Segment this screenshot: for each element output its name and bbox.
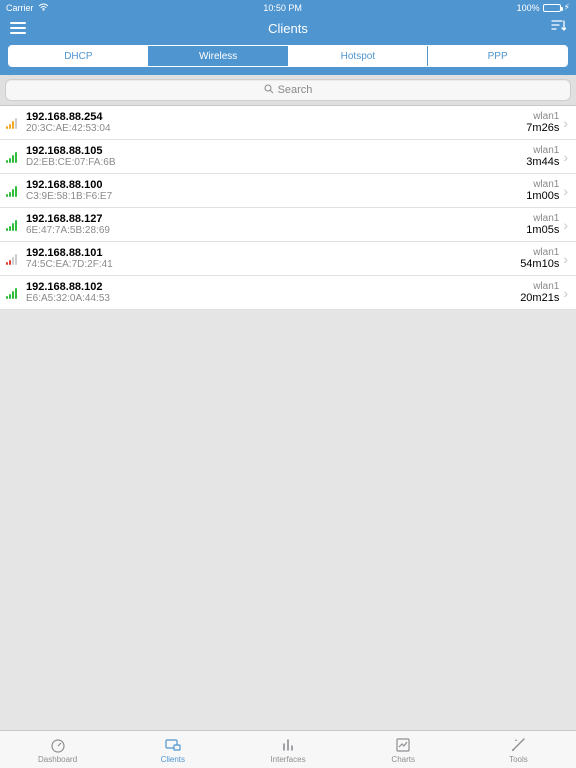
menu-button[interactable] [10, 22, 26, 34]
signal-strength-icon [6, 253, 20, 265]
client-row[interactable]: 192.168.88.100C3:9E:58:1B:F6:E7wlan11m00… [0, 174, 576, 208]
nav-bar: Clients [0, 15, 576, 41]
tab-label: Charts [391, 755, 415, 764]
client-interface: wlan1 [526, 111, 559, 122]
client-mac: C3:9E:58:1B:F6:E7 [26, 191, 526, 202]
client-interface: wlan1 [520, 247, 559, 258]
tab-dashboard[interactable]: Dashboard [0, 731, 115, 768]
client-mac: E6:A5:32:0A:44:53 [26, 293, 520, 304]
client-ip: 192.168.88.127 [26, 213, 526, 225]
client-meta: wlan17m26s [526, 111, 559, 134]
client-uptime: 3m44s [526, 156, 559, 168]
tab-label: Dashboard [38, 755, 77, 764]
client-mac: D2:EB:CE:07:FA:6B [26, 157, 526, 168]
client-info: 192.168.88.10174:5C:EA:7D:2F:41 [26, 247, 520, 270]
client-info: 192.168.88.105D2:EB:CE:07:FA:6B [26, 145, 526, 168]
client-ip: 192.168.88.254 [26, 111, 526, 123]
tab-interfaces[interactable]: Interfaces [230, 731, 345, 768]
client-uptime: 20m21s [520, 292, 559, 304]
charging-icon: ⚡︎ [564, 2, 570, 13]
client-interface: wlan1 [526, 213, 559, 224]
client-list[interactable]: 192.168.88.25420:3C:AE:42:53:04wlan17m26… [0, 106, 576, 730]
search-wrap: Search [0, 75, 576, 106]
battery-icon [543, 4, 561, 12]
client-meta: wlan120m21s [520, 281, 559, 304]
tab-label: Clients [161, 755, 185, 764]
client-ip: 192.168.88.105 [26, 145, 526, 157]
client-info: 192.168.88.1276E:47:7A:5B:28:69 [26, 213, 526, 236]
client-uptime: 1m00s [526, 190, 559, 202]
client-row[interactable]: 192.168.88.105D2:EB:CE:07:FA:6Bwlan13m44… [0, 140, 576, 174]
signal-strength-icon [6, 287, 20, 299]
signal-strength-icon [6, 185, 20, 197]
search-input[interactable]: Search [5, 79, 571, 101]
client-mac: 74:5C:EA:7D:2F:41 [26, 259, 520, 270]
segment-dhcp[interactable]: DHCP [9, 46, 148, 66]
chevron-right-icon: › [563, 217, 568, 233]
client-meta: wlan13m44s [526, 145, 559, 168]
chevron-right-icon: › [563, 285, 568, 301]
clock: 10:50 PM [49, 3, 517, 13]
client-interface: wlan1 [520, 281, 559, 292]
dashboard-icon [49, 736, 67, 754]
chevron-right-icon: › [563, 115, 568, 131]
tab-label: Interfaces [270, 755, 305, 764]
status-bar: Carrier 10:50 PM 100% ⚡︎ [0, 0, 576, 15]
client-ip: 192.168.88.101 [26, 247, 520, 259]
segment-wireless[interactable]: Wireless [148, 46, 288, 66]
client-ip: 192.168.88.100 [26, 179, 526, 191]
client-info: 192.168.88.100C3:9E:58:1B:F6:E7 [26, 179, 526, 202]
segmented-control: DHCPWirelessHotspotPPP [8, 45, 568, 67]
search-icon [264, 84, 274, 97]
tab-charts[interactable]: Charts [346, 731, 461, 768]
client-uptime: 7m26s [526, 122, 559, 134]
client-row[interactable]: 192.168.88.1276E:47:7A:5B:28:69wlan11m05… [0, 208, 576, 242]
client-uptime: 54m10s [520, 258, 559, 270]
client-meta: wlan11m05s [526, 213, 559, 236]
client-meta: wlan154m10s [520, 247, 559, 270]
segment-hotspot[interactable]: Hotspot [288, 46, 428, 66]
signal-strength-icon [6, 151, 20, 163]
segment-ppp[interactable]: PPP [427, 46, 567, 66]
client-row[interactable]: 192.168.88.25420:3C:AE:42:53:04wlan17m26… [0, 106, 576, 140]
clients-icon [164, 736, 182, 754]
battery-percent: 100% [517, 3, 540, 13]
sort-button[interactable] [550, 19, 566, 38]
wifi-icon [38, 3, 49, 13]
search-placeholder: Search [278, 84, 313, 96]
client-info: 192.168.88.25420:3C:AE:42:53:04 [26, 111, 526, 134]
client-interface: wlan1 [526, 179, 559, 190]
carrier-label: Carrier [6, 3, 34, 13]
tab-tools[interactable]: Tools [461, 731, 576, 768]
segmented-control-wrap: DHCPWirelessHotspotPPP [0, 41, 576, 75]
client-row[interactable]: 192.168.88.10174:5C:EA:7D:2F:41wlan154m1… [0, 242, 576, 276]
signal-strength-icon [6, 219, 20, 231]
tools-icon [509, 736, 527, 754]
tab-clients[interactable]: Clients [115, 731, 230, 768]
client-ip: 192.168.88.102 [26, 281, 520, 293]
client-interface: wlan1 [526, 145, 559, 156]
interfaces-icon [279, 736, 297, 754]
client-row[interactable]: 192.168.88.102E6:A5:32:0A:44:53wlan120m2… [0, 276, 576, 310]
client-uptime: 1m05s [526, 224, 559, 236]
client-meta: wlan11m00s [526, 179, 559, 202]
tab-label: Tools [509, 755, 528, 764]
chevron-right-icon: › [563, 183, 568, 199]
signal-strength-icon [6, 117, 20, 129]
charts-icon [394, 736, 412, 754]
chevron-right-icon: › [563, 251, 568, 267]
tab-bar: Dashboard Clients Interfaces Charts Tools [0, 730, 576, 768]
page-title: Clients [268, 21, 308, 36]
client-mac: 20:3C:AE:42:53:04 [26, 123, 526, 134]
chevron-right-icon: › [563, 149, 568, 165]
client-mac: 6E:47:7A:5B:28:69 [26, 225, 526, 236]
client-info: 192.168.88.102E6:A5:32:0A:44:53 [26, 281, 520, 304]
